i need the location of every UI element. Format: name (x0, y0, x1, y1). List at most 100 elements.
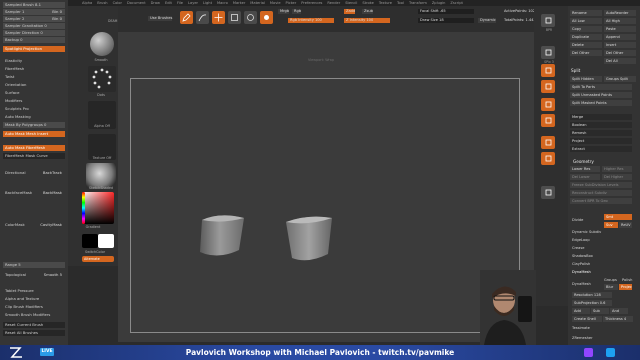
left-palette-item-fibermesh-mask-curve[interactable]: FiberMesh Mask Curve (3, 153, 65, 159)
left-palette-item-alpha-and-texture[interactable]: Alpha and Texture (3, 296, 65, 302)
left-palette-item-sampler-1[interactable]: Sampler 1 Bin 0 (3, 9, 65, 15)
left-palette-item-fibermesh[interactable]: FiberMesh (3, 66, 65, 72)
left-palette-item-topological[interactable]: Topological Smooth 5 (3, 272, 65, 278)
smooth-brush-thumbnail[interactable] (90, 32, 114, 56)
right-strip-button-1[interactable] (541, 14, 555, 27)
draw-size-slider[interactable]: Draw Size 18 (418, 18, 474, 23)
main-color-swatch[interactable] (82, 234, 98, 248)
polish-toggle[interactable]: Polish (622, 278, 632, 282)
menu-item-tool[interactable]: Tool (397, 1, 404, 5)
dynamic-subdiv-item[interactable]: Dynamic Subdiv (572, 230, 601, 234)
left-palette-item-orientation[interactable]: Orientation (3, 82, 65, 88)
geometry-higher-res-button[interactable]: Higher Res (602, 166, 632, 172)
subtool-delete-button[interactable]: Delete (570, 42, 602, 48)
left-palette-item-sampler-2[interactable]: Sampler 2 Bin 0 (3, 16, 65, 22)
menu-item-draw[interactable]: Draw (151, 1, 160, 5)
and-button[interactable]: And (610, 308, 628, 314)
left-palette-item-auto-mask-fibermesh[interactable]: Auto Mask FiberMesh (3, 145, 65, 151)
menu-item-movie[interactable]: Movie (270, 1, 281, 5)
menu-item-zscript[interactable]: Zscript (450, 1, 462, 5)
menu-item-render[interactable]: Render (327, 1, 340, 5)
left-palette-item-surface[interactable]: Surface (3, 90, 65, 96)
split-split-hidden-button[interactable]: Split Hidden (570, 76, 602, 82)
left-palette-item-backup-0[interactable]: Backup 0 (3, 37, 65, 43)
blur-slider[interactable]: Blur (604, 284, 618, 290)
remesh-section[interactable]: Remesh (570, 130, 632, 136)
zsub-button[interactable]: Zsub (362, 9, 373, 14)
menu-item-zplugin[interactable]: Zplugin (432, 1, 446, 5)
shadowbox-item[interactable]: ShadowBox (572, 254, 593, 258)
dynamesh-heading[interactable]: DynaMesh (572, 270, 591, 274)
menu-item-marker[interactable]: Marker (233, 1, 245, 5)
mrgb-button[interactable]: Mrgb (278, 9, 290, 14)
left-palette-item-sculptris-pro[interactable]: Sculptris Pro (3, 106, 65, 112)
right-strip-button-3[interactable] (541, 64, 555, 77)
menu-item-alpha[interactable]: Alpha (82, 1, 92, 5)
mesh-part-right[interactable] (286, 216, 332, 261)
draw-button[interactable] (196, 11, 209, 24)
right-strip-button-8[interactable] (541, 152, 555, 165)
use-brushes-button[interactable]: Use Brushes (148, 16, 173, 21)
left-palette-item-sampled-brush-8-1[interactable]: Sampled Brush 8.1 (3, 2, 65, 8)
left-palette-item-reset-current-brush[interactable]: Reset Current Brush (3, 322, 65, 328)
color-picker[interactable] (82, 192, 114, 224)
secondary-color-swatch[interactable] (98, 234, 114, 248)
menu-item-light[interactable]: Light (203, 1, 212, 5)
claypolish-item[interactable]: ClayPolish (572, 262, 590, 266)
subtool-paste-button[interactable]: Paste (604, 26, 636, 32)
right-strip-button-9[interactable] (541, 186, 555, 199)
zadd-button[interactable]: Zadd (344, 9, 356, 14)
left-palette-item-directional[interactable]: Directional BackTrack (3, 170, 65, 176)
tessimate-item[interactable]: Tessimate (572, 326, 590, 330)
subtool-all-low-button[interactable]: All Low (570, 18, 602, 24)
project-section[interactable]: Project (570, 138, 632, 144)
thickness-slider[interactable]: Thickness 4 (603, 316, 633, 322)
split-groups-split-button[interactable]: Groups Split (604, 76, 636, 82)
twitter-icon[interactable] (606, 348, 615, 357)
subtool-copy-button[interactable]: Copy (570, 26, 602, 32)
subtool-rename-button[interactable]: Rename (570, 10, 602, 16)
left-palette-item-backfacemask[interactable]: BackfaceMask BackMask (3, 190, 65, 196)
left-palette-item-modifiers[interactable]: Modifiers (3, 98, 65, 104)
project-toggle[interactable]: Project (619, 284, 632, 290)
crease-item[interactable]: Crease (572, 246, 584, 250)
menu-item-layer[interactable]: Layer (188, 1, 198, 5)
boolean-section[interactable]: Boolean (570, 122, 632, 128)
left-palette-item-sampler-gravitation-0[interactable]: Sampler Gravitation 0 (3, 23, 65, 29)
canvas-viewport[interactable]: Viewport: Wrap (118, 32, 534, 342)
subtool-all-high-button[interactable]: All High (604, 18, 636, 24)
right-strip-button-6[interactable] (541, 114, 555, 127)
left-palette-item-colormask[interactable]: ColorMask CavityMask (3, 222, 65, 228)
left-palette-item-smooth-brush-modifiers[interactable]: Smooth Brush Modifiers (3, 312, 65, 318)
subprojection-slider[interactable]: SubProjection 0.6 (572, 300, 612, 306)
menu-item-texture[interactable]: Texture (379, 1, 392, 5)
geometry-convert-bpr-to-geo-button[interactable]: Convert BPR To Geo (570, 198, 632, 204)
menu-item-color[interactable]: Color (113, 1, 122, 5)
z-intensity-slider[interactable]: Z Intensity 100 (344, 18, 390, 23)
subtool-del-other-button[interactable]: Del Other (604, 50, 636, 56)
extract-section[interactable]: Extract (570, 146, 632, 152)
add-button[interactable]: Add (572, 308, 590, 314)
dynamesh-button[interactable]: DynaMesh (572, 282, 591, 286)
split-split-unmasked-points-button[interactable]: Split Unmasked Points (570, 92, 632, 98)
menu-item-transform[interactable]: Transform (409, 1, 427, 5)
move-button[interactable] (212, 11, 225, 24)
edit-button[interactable] (180, 11, 193, 24)
focal-shift-slider[interactable]: Focal Shift -65 (418, 9, 474, 14)
zremesher-item[interactable]: ZRemesher (572, 336, 593, 340)
right-strip-button-5[interactable] (541, 98, 555, 111)
menu-item-stencil[interactable]: Stencil (345, 1, 357, 5)
left-palette-item-reset-all-brushes[interactable]: Reset All Brushes (3, 330, 65, 336)
alternate-button[interactable]: Alternate (82, 256, 114, 262)
menu-item-picker[interactable]: Picker (286, 1, 297, 5)
groups-toggle[interactable]: Groups (604, 278, 617, 282)
mesh-part-left[interactable] (200, 215, 244, 256)
sub-button[interactable]: Sub (591, 308, 609, 314)
menu-item-file[interactable]: File (177, 1, 183, 5)
geometry-lower-res-button[interactable]: Lower Res (570, 166, 600, 172)
smt-toggle[interactable]: Smt (604, 214, 632, 220)
dots-stroke-thumbnail[interactable] (88, 66, 116, 92)
reuv-toggle[interactable]: ReUV (619, 222, 632, 228)
dynamic-button[interactable]: Dynamic (478, 18, 496, 23)
right-strip-button-7[interactable] (541, 136, 555, 149)
